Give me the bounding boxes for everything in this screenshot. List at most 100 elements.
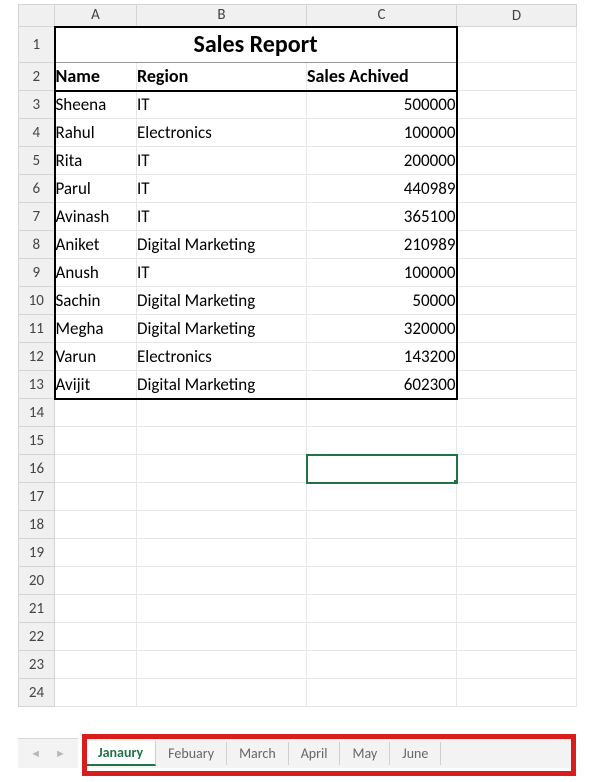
cell[interactable]	[457, 203, 577, 231]
cell[interactable]	[457, 511, 577, 539]
row-header[interactable]: 15	[19, 427, 55, 455]
cell[interactable]	[55, 595, 137, 623]
cell[interactable]	[137, 567, 307, 595]
header-sales[interactable]: Sales Achived	[307, 63, 457, 91]
cell-sales[interactable]: 50000	[307, 287, 457, 315]
cell[interactable]	[457, 175, 577, 203]
cell-region[interactable]: Digital Marketing	[137, 371, 307, 399]
row-header[interactable]: 2	[19, 63, 55, 91]
cell[interactable]	[457, 231, 577, 259]
cell-name[interactable]: Rita	[55, 147, 137, 175]
cell[interactable]	[457, 371, 577, 399]
row-header[interactable]: 9	[19, 259, 55, 287]
row-header[interactable]: 22	[19, 623, 55, 651]
row-header[interactable]: 24	[19, 679, 55, 707]
col-header[interactable]: A	[55, 5, 137, 27]
cell[interactable]	[457, 27, 577, 63]
row-header[interactable]: 20	[19, 567, 55, 595]
row-header[interactable]: 12	[19, 343, 55, 371]
cell-name[interactable]: Sachin	[55, 287, 137, 315]
cell[interactable]	[307, 539, 457, 567]
cell-region[interactable]: Digital Marketing	[137, 287, 307, 315]
cell-sales[interactable]: 210989	[307, 231, 457, 259]
cell-name[interactable]: Parul	[55, 175, 137, 203]
cell-region[interactable]: IT	[137, 203, 307, 231]
cell[interactable]	[457, 539, 577, 567]
row-header[interactable]: 4	[19, 119, 55, 147]
cell[interactable]	[457, 343, 577, 371]
row-header[interactable]: 17	[19, 483, 55, 511]
cell[interactable]	[55, 567, 137, 595]
cell[interactable]	[137, 455, 307, 483]
cell[interactable]	[55, 427, 137, 455]
sheet-nav-arrows[interactable]: ◄ ►	[18, 738, 78, 768]
cell-name[interactable]: Avinash	[55, 203, 137, 231]
cell-sales[interactable]: 320000	[307, 315, 457, 343]
cell[interactable]	[457, 483, 577, 511]
sheet-tab[interactable]: April	[289, 742, 341, 765]
cell[interactable]	[457, 651, 577, 679]
cell[interactable]	[55, 483, 137, 511]
cell[interactable]	[307, 623, 457, 651]
cell[interactable]	[307, 483, 457, 511]
cell-name[interactable]: Rahul	[55, 119, 137, 147]
sheet-tab[interactable]: May	[340, 742, 390, 765]
nav-next-icon[interactable]: ►	[55, 748, 66, 759]
cell[interactable]	[457, 63, 577, 91]
sheet-tab[interactable]: June	[390, 742, 441, 765]
col-header[interactable]: C	[307, 5, 457, 27]
cell[interactable]	[137, 427, 307, 455]
cell-sales[interactable]: 602300	[307, 371, 457, 399]
cell-region[interactable]: Electronics	[137, 119, 307, 147]
cell[interactable]	[307, 399, 457, 427]
select-all-corner[interactable]	[19, 5, 55, 27]
cell[interactable]	[55, 455, 137, 483]
cell[interactable]	[457, 147, 577, 175]
row-header[interactable]: 6	[19, 175, 55, 203]
cell-region[interactable]: Electronics	[137, 343, 307, 371]
row-header[interactable]: 23	[19, 651, 55, 679]
header-name[interactable]: Name	[55, 63, 137, 91]
cell[interactable]	[457, 315, 577, 343]
row-header[interactable]: 11	[19, 315, 55, 343]
row-header[interactable]: 14	[19, 399, 55, 427]
cell[interactable]	[137, 595, 307, 623]
cell[interactable]	[307, 455, 457, 483]
cell[interactable]	[137, 483, 307, 511]
cell-sales[interactable]: 143200	[307, 343, 457, 371]
cell[interactable]	[457, 287, 577, 315]
col-header[interactable]: B	[137, 5, 307, 27]
cell[interactable]	[307, 427, 457, 455]
row-header[interactable]: 18	[19, 511, 55, 539]
sheet-tab[interactable]: March	[227, 742, 289, 765]
cell-sales[interactable]: 100000	[307, 259, 457, 287]
row-header[interactable]: 19	[19, 539, 55, 567]
sheet-tab[interactable]: Janaury	[86, 741, 156, 766]
cell[interactable]	[457, 595, 577, 623]
cell[interactable]	[457, 119, 577, 147]
sheet-tab[interactable]: Febuary	[156, 742, 227, 765]
cell[interactable]	[307, 679, 457, 707]
cell-sales[interactable]: 440989	[307, 175, 457, 203]
cell-sales[interactable]: 365100	[307, 203, 457, 231]
cell[interactable]	[137, 511, 307, 539]
cell[interactable]	[457, 623, 577, 651]
cell-sales[interactable]: 100000	[307, 119, 457, 147]
col-header[interactable]: D	[457, 5, 577, 27]
row-header[interactable]: 7	[19, 203, 55, 231]
cell[interactable]	[307, 595, 457, 623]
cell[interactable]	[457, 399, 577, 427]
row-header[interactable]: 10	[19, 287, 55, 315]
row-header[interactable]: 1	[19, 27, 55, 63]
cell-region[interactable]: IT	[137, 147, 307, 175]
cell[interactable]	[307, 651, 457, 679]
cell-region[interactable]: IT	[137, 259, 307, 287]
cell-name[interactable]: Anush	[55, 259, 137, 287]
cell-region[interactable]: Digital Marketing	[137, 231, 307, 259]
row-header[interactable]: 13	[19, 371, 55, 399]
cell[interactable]	[307, 511, 457, 539]
cell[interactable]	[307, 567, 457, 595]
cell[interactable]	[457, 259, 577, 287]
cell[interactable]	[137, 651, 307, 679]
cell-region[interactable]: Digital Marketing	[137, 315, 307, 343]
